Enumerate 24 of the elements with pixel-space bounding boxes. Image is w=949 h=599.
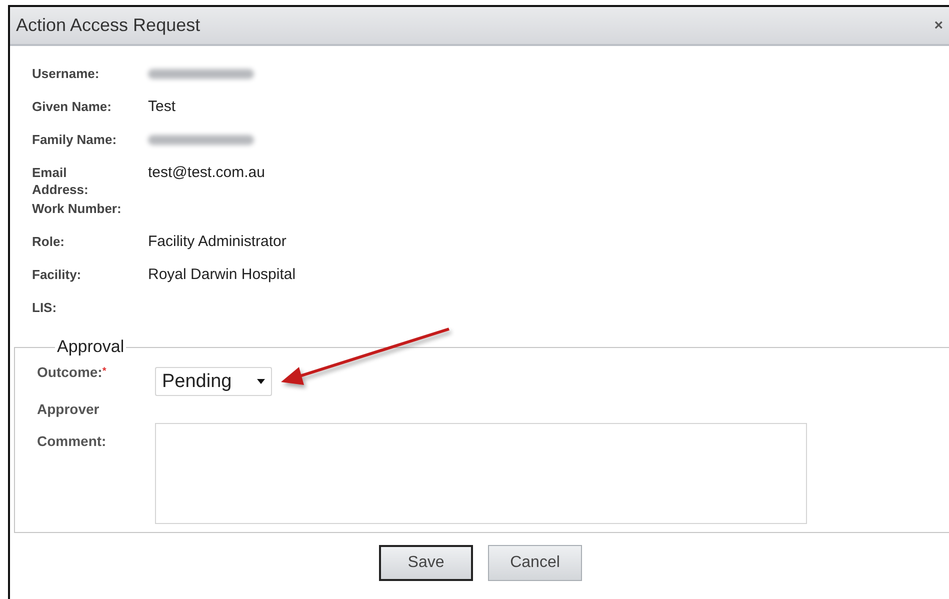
cancel-button[interactable]: Cancel [488,545,582,581]
field-label: Role: [32,233,66,251]
comment-field[interactable] [155,423,807,524]
fieldset-legend: Approval [55,337,126,357]
field-label: Email Address: [32,164,90,198]
field-label: LIS: [32,299,58,317]
field-label: Approver [37,401,100,417]
outcome-dropdown[interactable]: Pending [155,367,272,396]
field-value: Facility Administrator [148,232,286,252]
window-title: Action Access Request [16,15,200,36]
field-label: Family Name: [32,131,118,149]
field-label: Work Number: [32,200,122,218]
save-button[interactable]: Save [379,545,473,581]
close-button[interactable]: × [932,17,945,34]
field-label: Comment: [37,432,108,450]
required-asterisk: * [102,366,106,377]
field-value: Royal Darwin Hospital [148,265,296,285]
field-label: Given Name: [32,98,112,116]
field-label: Outcome:$^{*}$ [37,363,108,381]
field-value: Test [148,97,176,117]
field-label: Facility: [32,266,82,284]
field-value: test@test.com.au [148,163,265,183]
field-label: Username: [32,65,100,83]
caret-icon [257,379,265,384]
